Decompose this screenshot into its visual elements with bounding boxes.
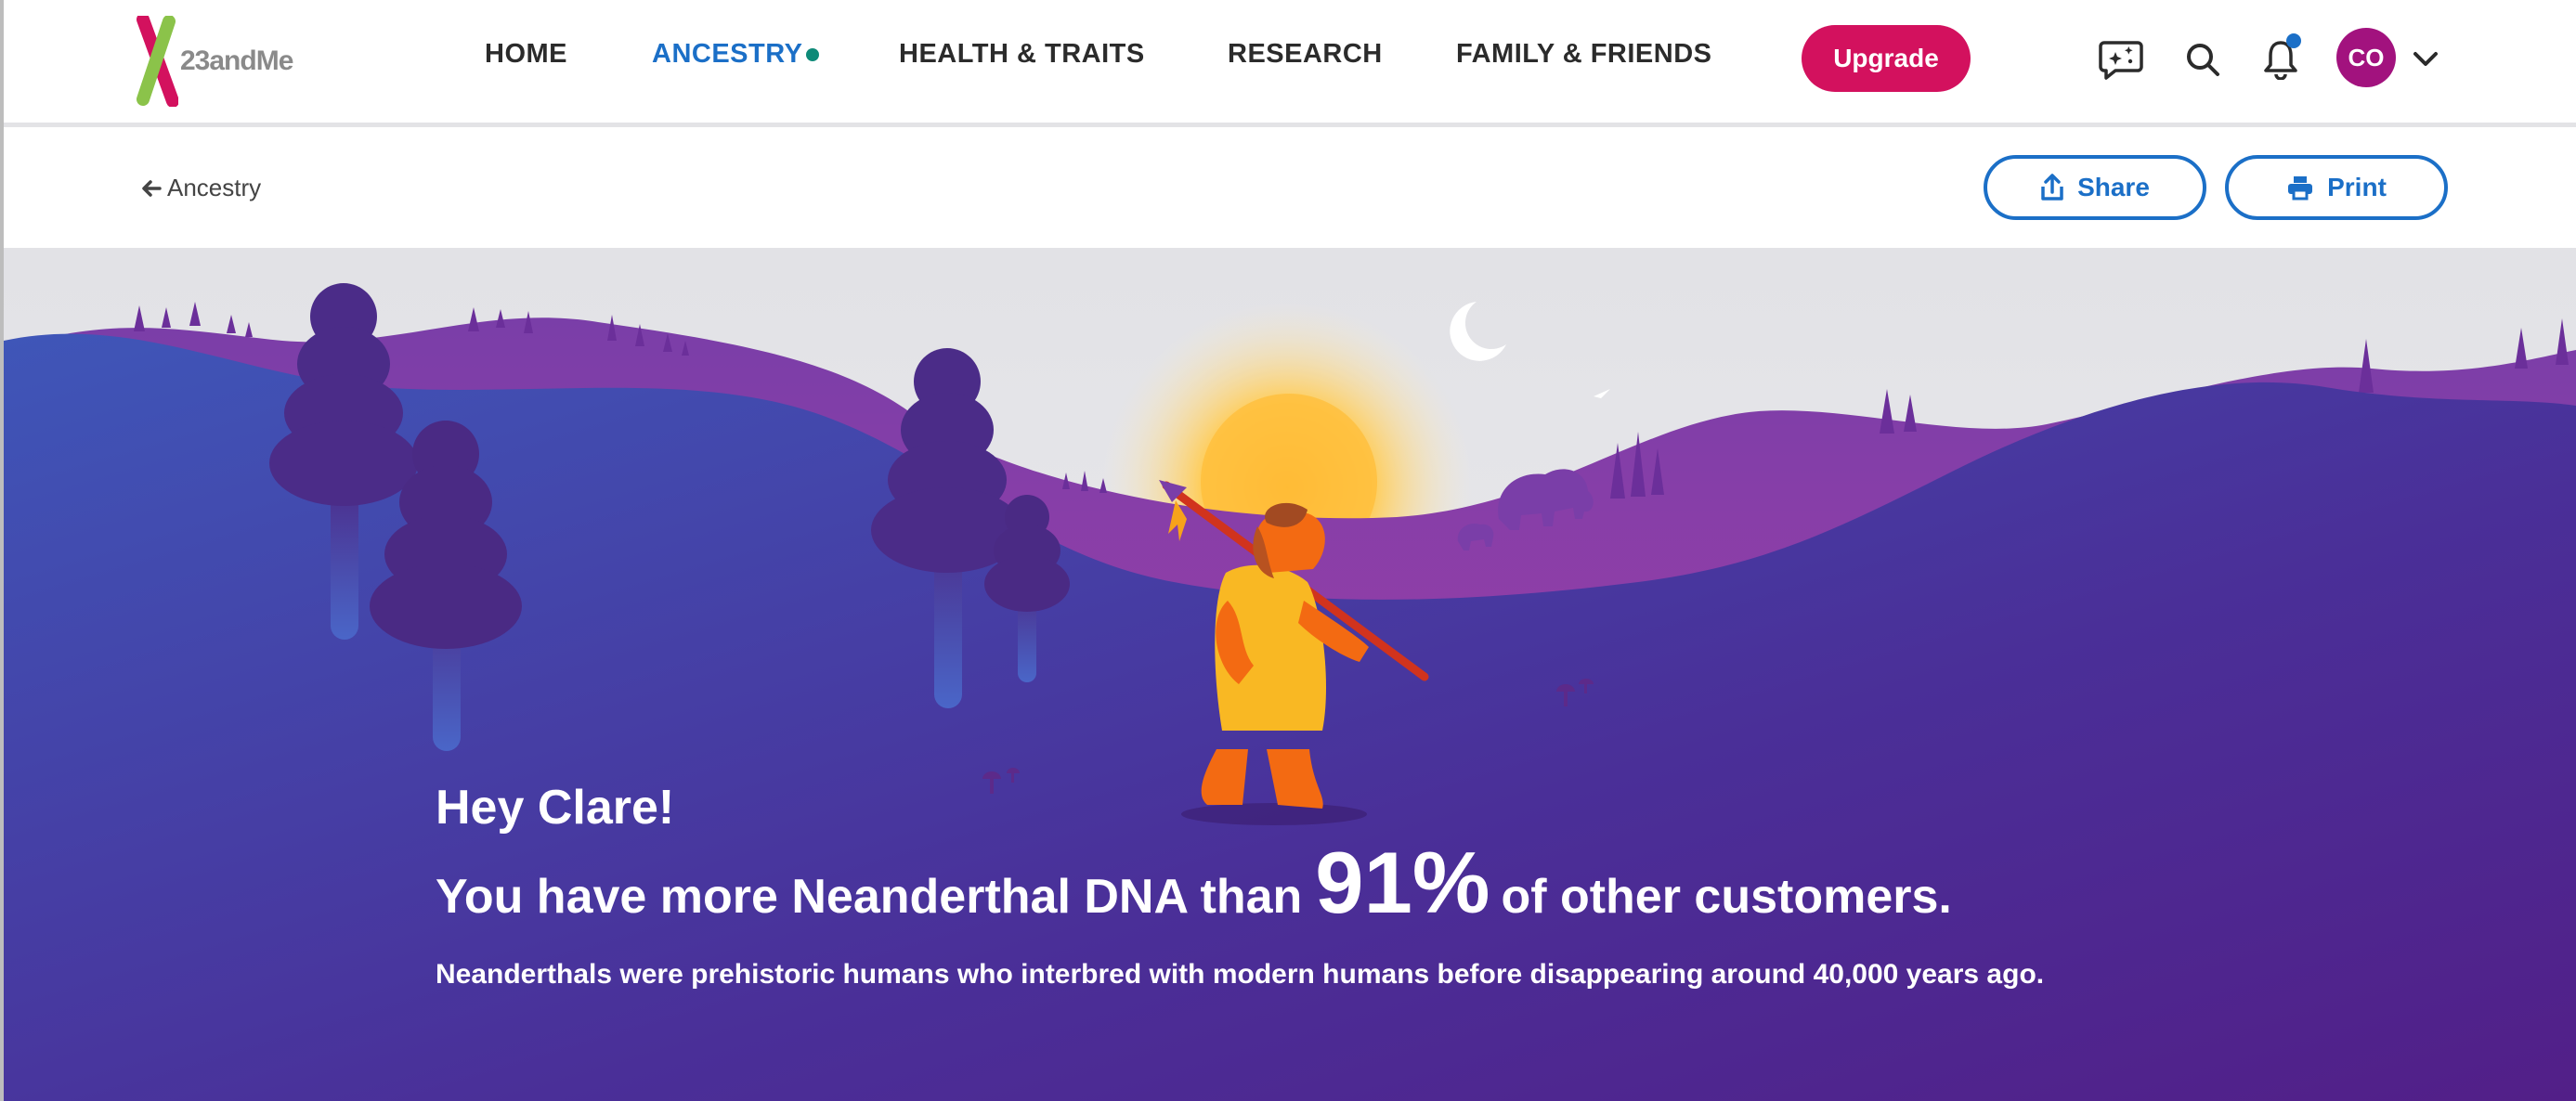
headline-suffix: of other customers. xyxy=(1501,870,1952,924)
search-button[interactable] xyxy=(2177,33,2229,85)
headline-prefix: You have more Neanderthal DNA than xyxy=(436,870,1303,924)
chevron-down-icon xyxy=(2413,52,2438,66)
search-icon xyxy=(2187,44,2219,76)
notifications-button[interactable] xyxy=(2255,33,2307,85)
share-button-label: Share xyxy=(2077,173,2150,201)
headline: You have more Neanderthal DNA than 91% o… xyxy=(436,833,1952,933)
neanderthal-hero-banner: Hey Clare! You have more Neanderthal DNA… xyxy=(4,248,2576,1101)
arrow-left-icon xyxy=(142,179,162,197)
back-to-ancestry-link[interactable]: Ancestry xyxy=(141,174,261,202)
nav-research[interactable]: RESEARCH xyxy=(1228,39,1383,70)
back-link-label: Ancestry xyxy=(167,174,262,201)
print-button[interactable]: Print xyxy=(2225,155,2448,220)
window-edge xyxy=(0,0,4,1101)
nav-ancestry-label: ANCESTRY xyxy=(652,39,803,69)
chat-button[interactable] xyxy=(2095,33,2147,85)
upgrade-button[interactable]: Upgrade xyxy=(1802,25,1971,92)
top-navigation: 23andMe HOME ANCESTRY HEALTH & TRAITS RE… xyxy=(0,0,2576,127)
print-button-label: Print xyxy=(2327,173,2387,201)
neanderthal-percentile: 91% xyxy=(1315,834,1490,931)
active-dot-icon xyxy=(806,48,820,62)
page-subheader: Ancestry Share Print xyxy=(0,127,2576,248)
greeting: Hey Clare! xyxy=(436,781,675,835)
logo-mark-icon xyxy=(137,16,178,107)
brand-logo[interactable]: 23andMe xyxy=(136,15,293,108)
account-menu-toggle[interactable] xyxy=(2400,33,2452,85)
share-icon xyxy=(2041,174,2063,201)
share-button[interactable]: Share xyxy=(1984,155,2206,220)
nav-health-traits[interactable]: HEALTH & TRAITS xyxy=(899,39,1145,70)
print-icon xyxy=(2288,176,2313,201)
brand-name: 23andMe xyxy=(180,45,293,76)
avatar[interactable]: CO xyxy=(2336,28,2396,87)
hero-description: Neanderthals were prehistoric humans who… xyxy=(436,959,2045,990)
nav-family-friends[interactable]: FAMILY & FRIENDS xyxy=(1456,39,1712,70)
nav-home[interactable]: HOME xyxy=(485,39,567,70)
nav-ancestry[interactable]: ANCESTRY xyxy=(652,39,820,70)
chat-sparkle-icon xyxy=(2099,41,2143,80)
notification-badge xyxy=(2286,33,2301,48)
